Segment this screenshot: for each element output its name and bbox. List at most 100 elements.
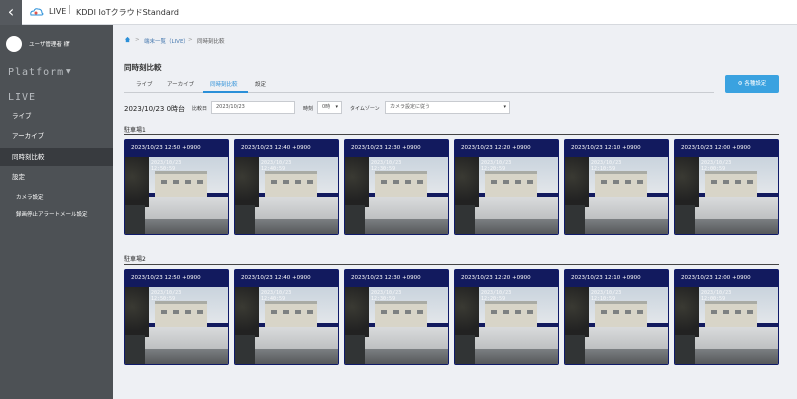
sidebar-item-live[interactable]: ライブ <box>0 107 113 125</box>
platform-menu[interactable]: Platform <box>8 67 64 78</box>
camera-tile[interactable]: 2023/10/23 12:30 +0900 2023/10/23 12:30:5… <box>344 139 449 235</box>
snapshot-dark-area <box>235 205 255 234</box>
breadcrumb-chevron-icon: > <box>135 37 140 43</box>
snapshot-window <box>197 310 203 314</box>
sidebar-subitem-alert-mail-settings[interactable]: 録画停止アラートメール設定 <box>0 208 113 222</box>
snapshot-timestamp-overlay: 2023/10/23 12:30:59 <box>371 290 402 302</box>
settings-button[interactable]: ⚙ 各種設定 <box>725 75 779 93</box>
breadcrumb-chevron-icon: > <box>188 37 193 43</box>
camera-tile[interactable]: 2023/10/23 12:10 +0900 2023/10/23 12:10:5… <box>564 139 669 235</box>
snapshot-dark-area <box>455 335 475 364</box>
camera-tile[interactable]: 2023/10/23 12:50 +0900 2023/10/23 12:50:5… <box>124 269 229 365</box>
camera-tile[interactable]: 2023/10/23 12:00 +0900 2023/10/23 12:00:5… <box>674 139 779 235</box>
snapshot-timestamp-overlay: 2023/10/23 12:50:59 <box>151 160 182 172</box>
camera-snapshot[interactable]: 2023/10/23 12:10:59 <box>565 157 668 234</box>
camera-tile[interactable]: 2023/10/23 12:10 +0900 2023/10/23 12:10:5… <box>564 269 669 365</box>
section-title: 駐車場1 <box>124 127 146 134</box>
snapshot-window <box>503 310 509 314</box>
snapshot-window <box>393 310 399 314</box>
camera-snapshot[interactable]: 2023/10/23 12:20:59 <box>455 157 558 234</box>
home-icon[interactable] <box>124 36 131 43</box>
camera-snapshot[interactable]: 2023/10/23 12:40:59 <box>235 287 338 364</box>
camera-snapshot[interactable]: 2023/10/23 12:50:59 <box>125 157 228 234</box>
camera-tile[interactable]: 2023/10/23 12:00 +0900 2023/10/23 12:00:5… <box>674 269 779 365</box>
snapshot-timestamp-overlay: 2023/10/23 12:10:59 <box>591 160 622 172</box>
platform-caret-icon[interactable]: ▼ <box>66 68 71 75</box>
camera-snapshot[interactable]: 2023/10/23 12:20:59 <box>455 287 558 364</box>
snapshot-window <box>307 180 313 184</box>
camera-tile[interactable]: 2023/10/23 12:50 +0900 2023/10/23 12:50:5… <box>124 139 229 235</box>
snapshot-window <box>747 180 753 184</box>
camera-tile[interactable]: 2023/10/23 12:20 +0900 2023/10/23 12:20:5… <box>454 269 559 365</box>
camera-snapshot[interactable]: 2023/10/23 12:10:59 <box>565 287 668 364</box>
breadcrumb-device-list-link[interactable]: 端末一覧（LIVE） <box>144 37 189 45</box>
snapshot-window <box>625 310 631 314</box>
hour-select[interactable]: 0時 ▾ <box>317 101 342 114</box>
tab-live[interactable]: ライブ <box>136 80 153 88</box>
snapshot-window <box>723 180 729 184</box>
back-button[interactable]: ‹ <box>0 0 22 25</box>
snapshot-window <box>295 310 301 314</box>
sidebar-item-archive[interactable]: アーカイブ <box>0 127 113 145</box>
snapshot-window <box>283 180 289 184</box>
tab-same-time-compare[interactable]: 同時刻比較 <box>210 80 238 88</box>
snapshot-tree <box>565 157 589 207</box>
snapshot-dark-area <box>675 205 695 234</box>
camera-tile[interactable]: 2023/10/23 12:40 +0900 2023/10/23 12:40:5… <box>234 269 339 365</box>
tab-settings[interactable]: 設定 <box>255 80 266 88</box>
user-name[interactable]: ユーザ管理者 様 <box>29 40 69 48</box>
camera-timestamp: 2023/10/23 12:10 +0900 <box>565 270 668 287</box>
camera-snapshot[interactable]: 2023/10/23 12:50:59 <box>125 287 228 364</box>
snapshot-window <box>417 180 423 184</box>
snapshot-window <box>503 180 509 184</box>
snapshot-tree <box>455 287 479 337</box>
snapshot-dark-area <box>125 205 145 234</box>
snapshot-timestamp-overlay: 2023/10/23 12:20:59 <box>481 290 512 302</box>
camera-timestamp: 2023/10/23 12:50 +0900 <box>125 270 228 287</box>
sidebar-subitem-camera-settings[interactable]: カメラ設定 <box>0 191 113 205</box>
snapshot-window <box>735 310 741 314</box>
snapshot-tree <box>125 287 149 337</box>
snapshot-window <box>173 180 179 184</box>
snapshot-window <box>271 180 277 184</box>
snapshot-window <box>417 310 423 314</box>
snapshot-building <box>595 171 647 197</box>
camera-tile[interactable]: 2023/10/23 12:30 +0900 2023/10/23 12:30:5… <box>344 269 449 365</box>
user-menu-chevron-icon[interactable]: ⌄ <box>66 38 71 45</box>
camera-tile[interactable]: 2023/10/23 12:40 +0900 2023/10/23 12:40:5… <box>234 139 339 235</box>
snapshot-window <box>527 310 533 314</box>
snapshot-window <box>381 180 387 184</box>
camera-snapshot[interactable]: 2023/10/23 12:00:59 <box>675 287 778 364</box>
snapshot-window <box>271 310 277 314</box>
snapshot-tree <box>455 157 479 207</box>
snapshot-window <box>405 180 411 184</box>
camera-snapshot[interactable]: 2023/10/23 12:40:59 <box>235 157 338 234</box>
camera-snapshot[interactable]: 2023/10/23 12:30:59 <box>345 287 448 364</box>
tab-bar: ライブ アーカイブ 同時刻比較 設定 <box>124 77 714 93</box>
snapshot-window <box>295 180 301 184</box>
sidebar-item-same-time-compare[interactable]: 同時刻比較 <box>0 148 113 166</box>
camera-tile[interactable]: 2023/10/23 12:20 +0900 2023/10/23 12:20:5… <box>454 139 559 235</box>
snapshot-building <box>485 171 537 197</box>
snapshot-timestamp-overlay: 2023/10/23 12:40:59 <box>261 290 292 302</box>
snapshot-building <box>265 301 317 327</box>
sidebar-item-settings[interactable]: 設定 <box>0 168 113 186</box>
date-input[interactable]: 2023/10/23 <box>211 101 295 114</box>
camera-timestamp: 2023/10/23 12:40 +0900 <box>235 140 338 157</box>
camera-snapshot[interactable]: 2023/10/23 12:30:59 <box>345 157 448 234</box>
section-title: 駐車場2 <box>124 256 146 263</box>
hour-label: 時刻 <box>303 106 314 112</box>
camera-timestamp: 2023/10/23 12:20 +0900 <box>455 140 558 157</box>
snapshot-window <box>711 310 717 314</box>
snapshot-tree <box>345 287 369 337</box>
snapshot-window <box>515 180 521 184</box>
camera-snapshot[interactable]: 2023/10/23 12:00:59 <box>675 157 778 234</box>
tab-archive[interactable]: アーカイブ <box>167 80 194 88</box>
brand-logo-icon <box>30 8 44 16</box>
camera-timestamp: 2023/10/23 12:50 +0900 <box>125 140 228 157</box>
camera-timestamp: 2023/10/23 12:00 +0900 <box>675 140 778 157</box>
snapshot-window <box>625 180 631 184</box>
snapshot-tree <box>675 287 699 337</box>
avatar[interactable] <box>6 36 22 52</box>
timezone-select[interactable]: カメラ設定に従う ▾ <box>385 101 510 114</box>
